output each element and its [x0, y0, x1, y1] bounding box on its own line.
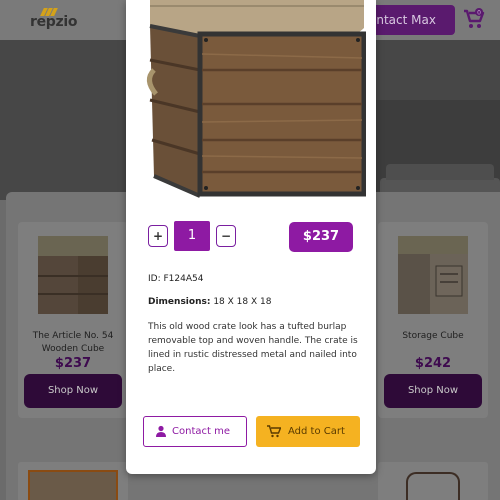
product-id-value: F124A54	[163, 274, 204, 284]
shop-now-button[interactable]: Shop Now	[384, 374, 482, 408]
shop-now-button[interactable]: Shop Now	[24, 374, 122, 408]
product-image	[38, 236, 108, 314]
add-to-cart-button[interactable]: Add to Cart	[256, 416, 360, 447]
product-quick-view-modal: + 1 − $237 ID: F124A54 Dimensions: 18 X …	[126, 0, 376, 474]
add-to-cart-label: Add to Cart	[288, 426, 345, 437]
product-name: The Article No. 54 Wooden Cube	[32, 331, 114, 354]
quantity-decrease-button[interactable]: −	[216, 225, 236, 247]
product-card[interactable]: Storage Cube $242 Shop Now	[378, 222, 488, 418]
quantity-stepper: + 1 −	[148, 221, 238, 251]
product-price: $237	[54, 356, 92, 371]
product-name: Storage Cube	[402, 331, 464, 341]
product-id: ID: F124A54	[148, 274, 203, 284]
quantity-input[interactable]: 1	[174, 221, 210, 251]
cart-icon[interactable]: 0	[462, 7, 486, 31]
contact-me-button[interactable]: Contact me	[143, 416, 247, 447]
product-card[interactable]	[378, 462, 488, 500]
product-image	[398, 236, 468, 314]
dimensions-label: Dimensions:	[148, 297, 211, 307]
cart-icon	[267, 425, 281, 438]
product-card[interactable]: The Article No. 54 Wooden Cube $237 Shop…	[18, 222, 128, 418]
quantity-increase-button[interactable]: +	[148, 225, 168, 247]
product-description: This old wood crate look has a tufted bu…	[148, 322, 358, 374]
product-price: $237	[289, 222, 353, 252]
product-card[interactable]	[18, 462, 128, 500]
product-price: $242	[414, 356, 452, 371]
brand-logo[interactable]: repzio	[30, 8, 78, 32]
cart-badge: 0	[477, 9, 481, 16]
product-dimensions: Dimensions: 18 X 18 X 18	[148, 297, 271, 307]
user-icon	[156, 425, 166, 437]
product-image-large	[147, 0, 366, 198]
product-id-label: ID:	[148, 274, 161, 284]
dimensions-value: 18 X 18 X 18	[213, 297, 272, 307]
logo-text: repzio	[30, 14, 78, 30]
contact-me-label: Contact me	[172, 426, 230, 437]
